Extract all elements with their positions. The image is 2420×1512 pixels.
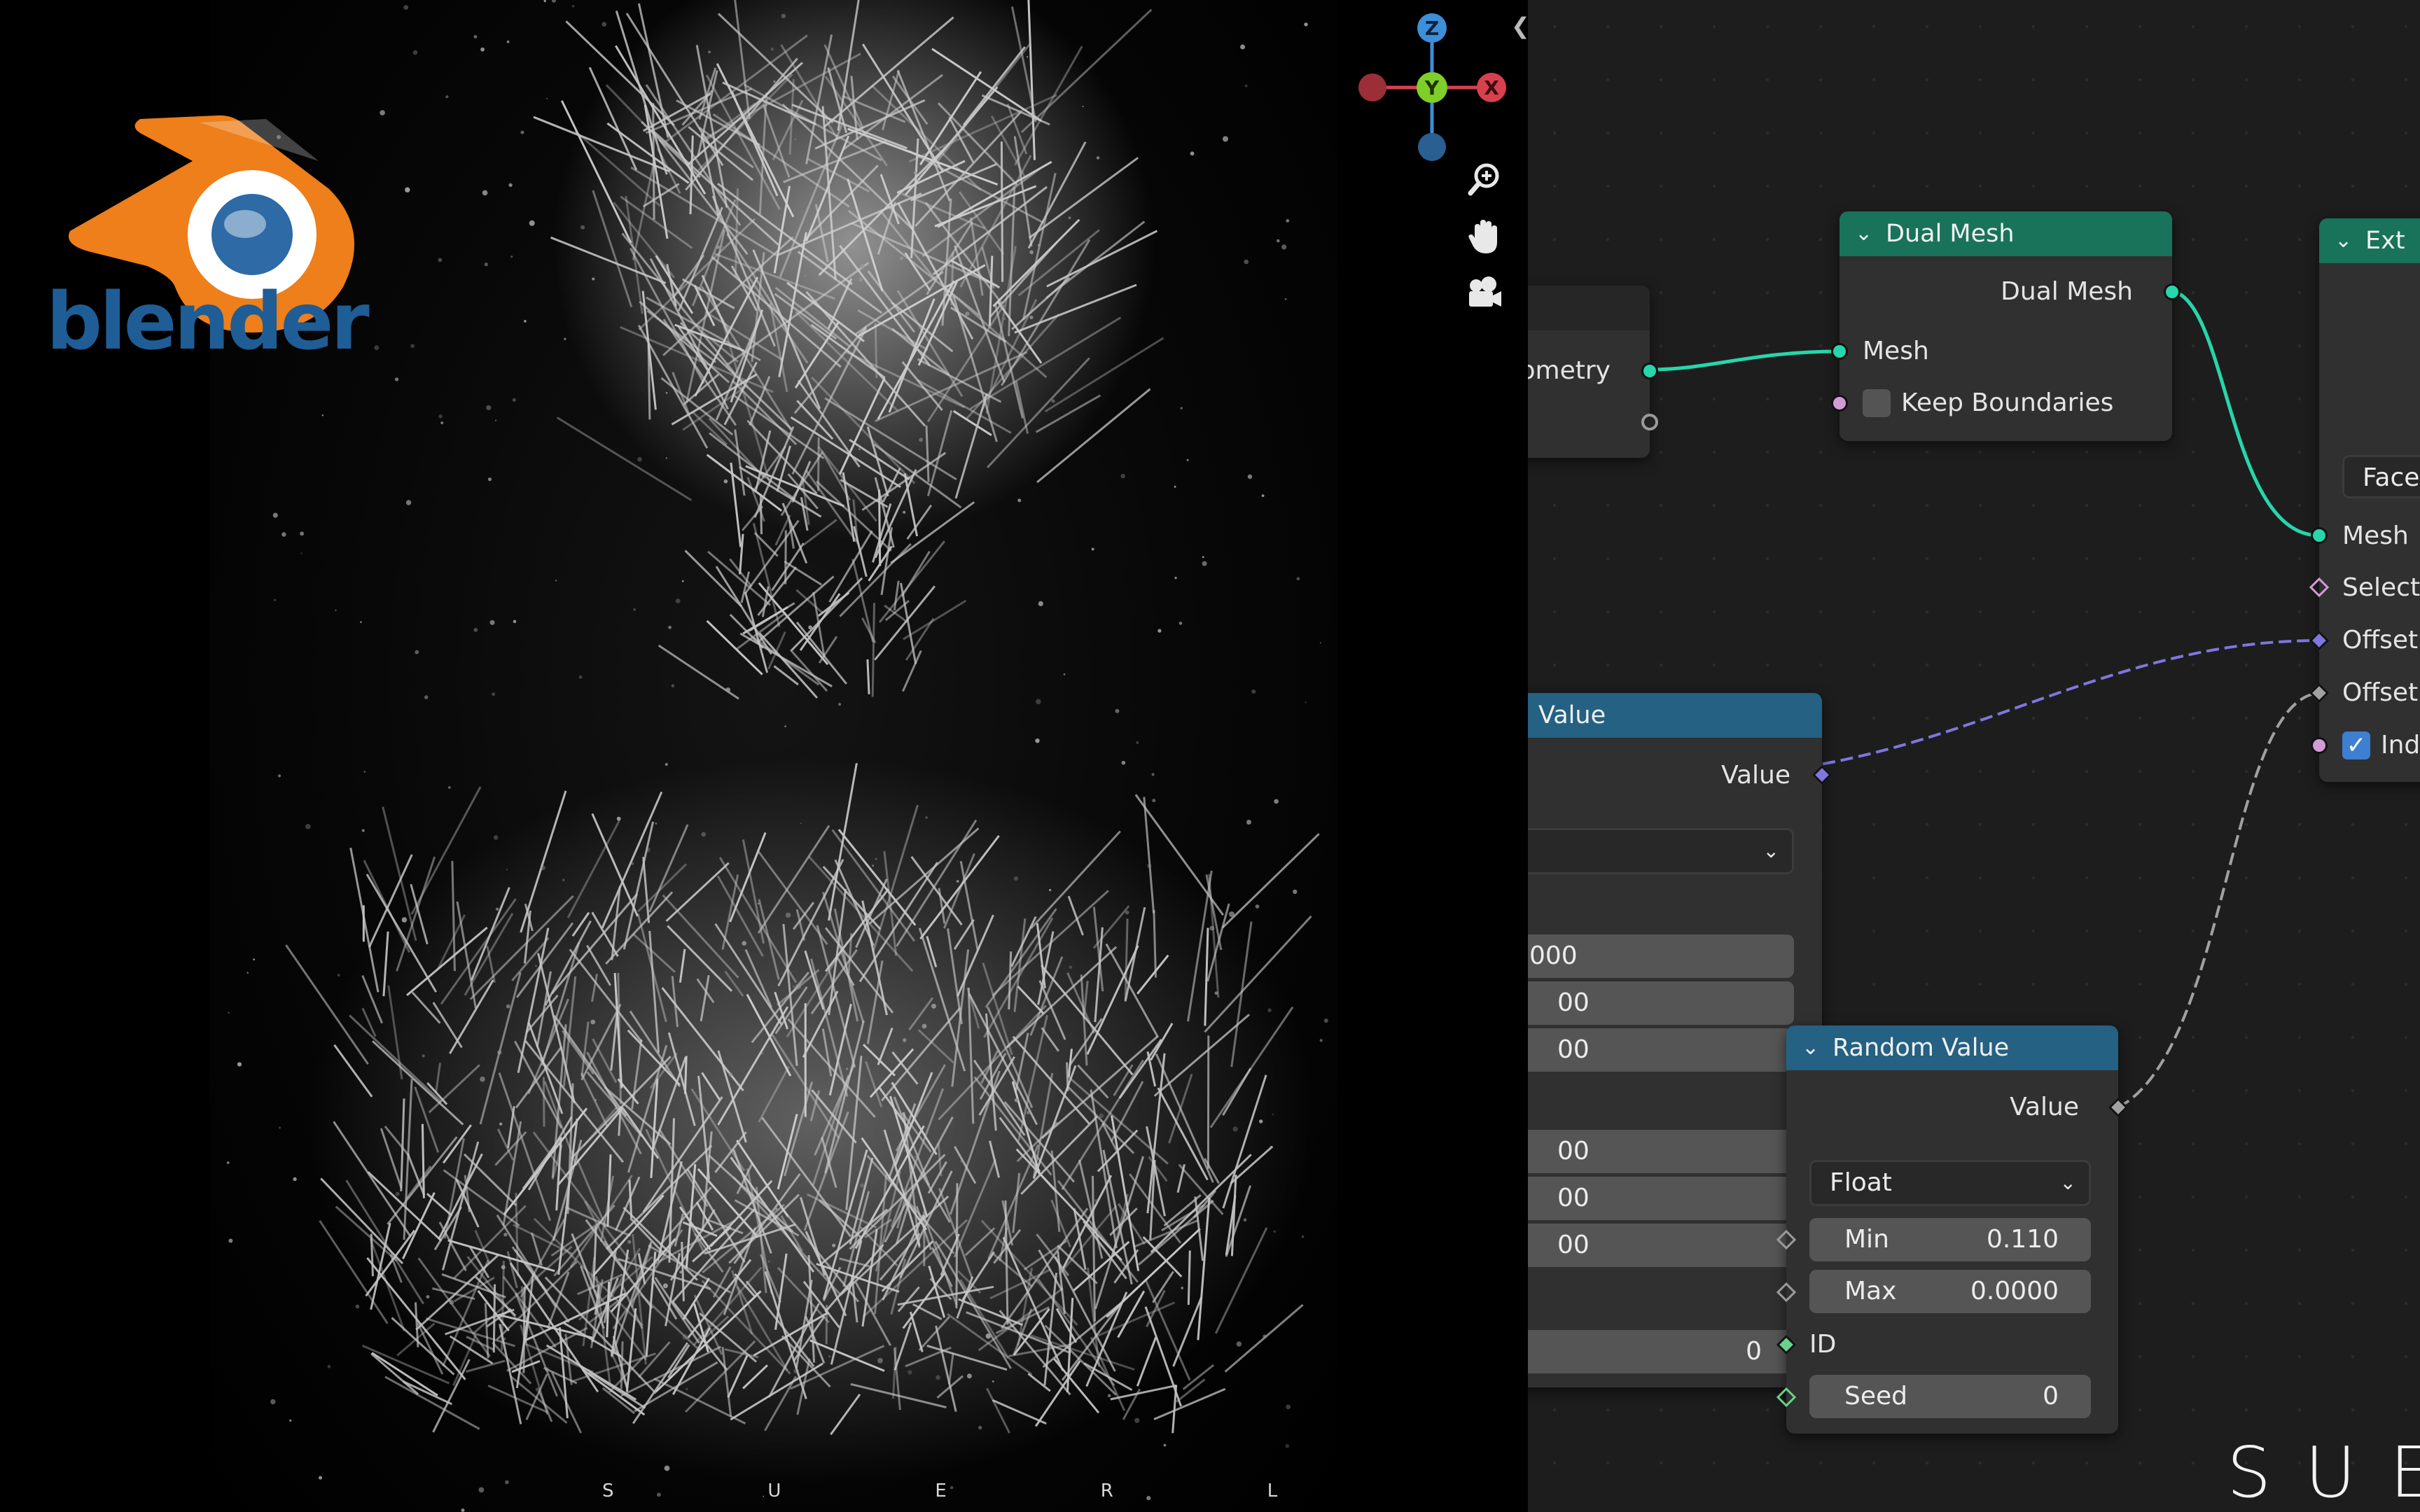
max-field[interactable]: Max 0.0000	[1809, 1270, 2091, 1313]
socket-geometry-output[interactable]	[1641, 363, 1658, 379]
node-extrude-mesh[interactable]: ⌄ Ext Face Mesh Select Offset Offset ✓ I…	[2309, 218, 2420, 782]
socket-mesh-input[interactable]	[2311, 527, 2328, 544]
socket-individual-input[interactable]	[2311, 737, 2328, 754]
geometry-node-editor[interactable]: eometry ⌄ Dual Mesh Dual Mesh Mesh Keep …	[1528, 0, 2420, 1512]
individual-label: Ind	[2381, 731, 2420, 760]
node-partial-geometry[interactable]: eometry	[1528, 286, 1658, 458]
max-y-field[interactable]: 00	[1528, 1177, 1794, 1220]
socket-label-mesh: Mesh	[1863, 337, 1929, 365]
socket-label-id: ID	[1809, 1330, 1837, 1359]
keep-boundaries-label: Keep Boundaries	[1901, 388, 2114, 417]
chevron-down-icon[interactable]: ⌄	[1855, 211, 1872, 256]
node-random-value-partial[interactable]: Value Value ⌄ 000 00 00 00 00 00 0	[1528, 693, 1833, 1387]
max-z-field[interactable]: 00	[1528, 1224, 1794, 1267]
node-partial-header[interactable]	[1528, 286, 1650, 330]
data-type-dropdown[interactable]: Float ⌄	[1809, 1160, 2091, 1206]
socket-label-geometry: eometry	[1528, 356, 1611, 385]
node-random-value[interactable]: ⌄ Random Value Value Float ⌄ Min 0.110 Ma…	[1776, 1026, 2129, 1434]
socket-dual-mesh-output[interactable]	[2164, 284, 2181, 300]
socket-mesh-input[interactable]	[1831, 343, 1848, 360]
navigation-gizmo[interactable]: Z X Y	[1348, 7, 1516, 161]
node-title: Random Value	[1833, 1034, 2010, 1062]
link-geometry-to-dual-mesh	[1650, 349, 1840, 372]
chevron-down-icon[interactable]: ⌄	[1802, 1026, 1819, 1070]
max-x-field[interactable]: 00	[1528, 1130, 1794, 1173]
socket-label-dual-mesh: Dual Mesh	[2001, 277, 2133, 306]
data-type-dropdown[interactable]: ⌄	[1528, 828, 1794, 874]
svg-text:X: X	[1484, 76, 1499, 99]
socket-label-value: Value	[1721, 761, 1790, 790]
3d-viewport[interactable]: S U E R L Y blender Z X Y ❮	[0, 0, 1528, 1512]
socket-keep-boundaries-input[interactable]	[1831, 395, 1848, 412]
socket-label-value: Value	[2010, 1093, 2079, 1121]
chevron-down-icon[interactable]: ⌄	[2060, 1162, 2076, 1204]
min-x-field[interactable]: 000	[1528, 934, 1794, 978]
socket-label-selection: Select	[2342, 573, 2420, 602]
svg-text:Z: Z	[1425, 17, 1439, 40]
node-title: Value	[1538, 701, 1606, 729]
hand-pan-icon[interactable]	[1460, 217, 1509, 266]
overlay-credit-text: SUE	[2227, 1432, 2420, 1512]
seed-field[interactable]: 0	[1528, 1330, 1794, 1373]
socket-label-offset: Offset	[2342, 626, 2419, 654]
min-y-field[interactable]: 00	[1528, 981, 1794, 1025]
camera-icon[interactable]	[1460, 274, 1509, 323]
min-field[interactable]: Min 0.110	[1809, 1218, 2091, 1261]
socket-label-mesh: Mesh	[2342, 522, 2409, 550]
link-dual-mesh-to-extrude	[2171, 289, 2320, 538]
zoom-icon[interactable]	[1460, 160, 1509, 209]
chevron-down-icon[interactable]: ⌄	[2335, 218, 2352, 263]
min-z-field[interactable]: 00	[1528, 1028, 1794, 1072]
node-random-value-header[interactable]: ⌄ Random Value	[1786, 1026, 2118, 1070]
node-extrude-header[interactable]: ⌄ Ext	[2319, 218, 2420, 263]
link-random-value-to-offset-scale	[2118, 692, 2320, 1109]
node-dual-mesh-header[interactable]: ⌄ Dual Mesh	[1840, 211, 2172, 256]
chevron-down-icon[interactable]: ⌄	[1763, 830, 1779, 872]
extrude-mode-dropdown[interactable]: Face	[2342, 455, 2420, 498]
socket-label-offset-scale: Offset	[2342, 678, 2419, 707]
render-credit: S U E R L Y	[602, 1480, 1278, 1502]
node-random-value-partial-header[interactable]: Value	[1528, 693, 1822, 738]
svg-text:Y: Y	[1424, 76, 1440, 99]
socket-extra-output[interactable]	[1641, 414, 1658, 430]
seed-field[interactable]: Seed 0	[1809, 1375, 2091, 1418]
node-title: Dual Mesh	[1886, 220, 2015, 248]
blender-wordmark: blender	[46, 276, 370, 368]
collapse-arrow-icon[interactable]: ❮	[1511, 13, 1528, 39]
individual-checkbox[interactable]: ✓	[2342, 732, 2370, 760]
node-dual-mesh[interactable]: ⌄ Dual Mesh Dual Mesh Mesh Keep Boundari…	[1831, 211, 2181, 441]
keep-boundaries-checkbox[interactable]	[1863, 389, 1891, 417]
node-title: Ext	[2365, 227, 2405, 255]
